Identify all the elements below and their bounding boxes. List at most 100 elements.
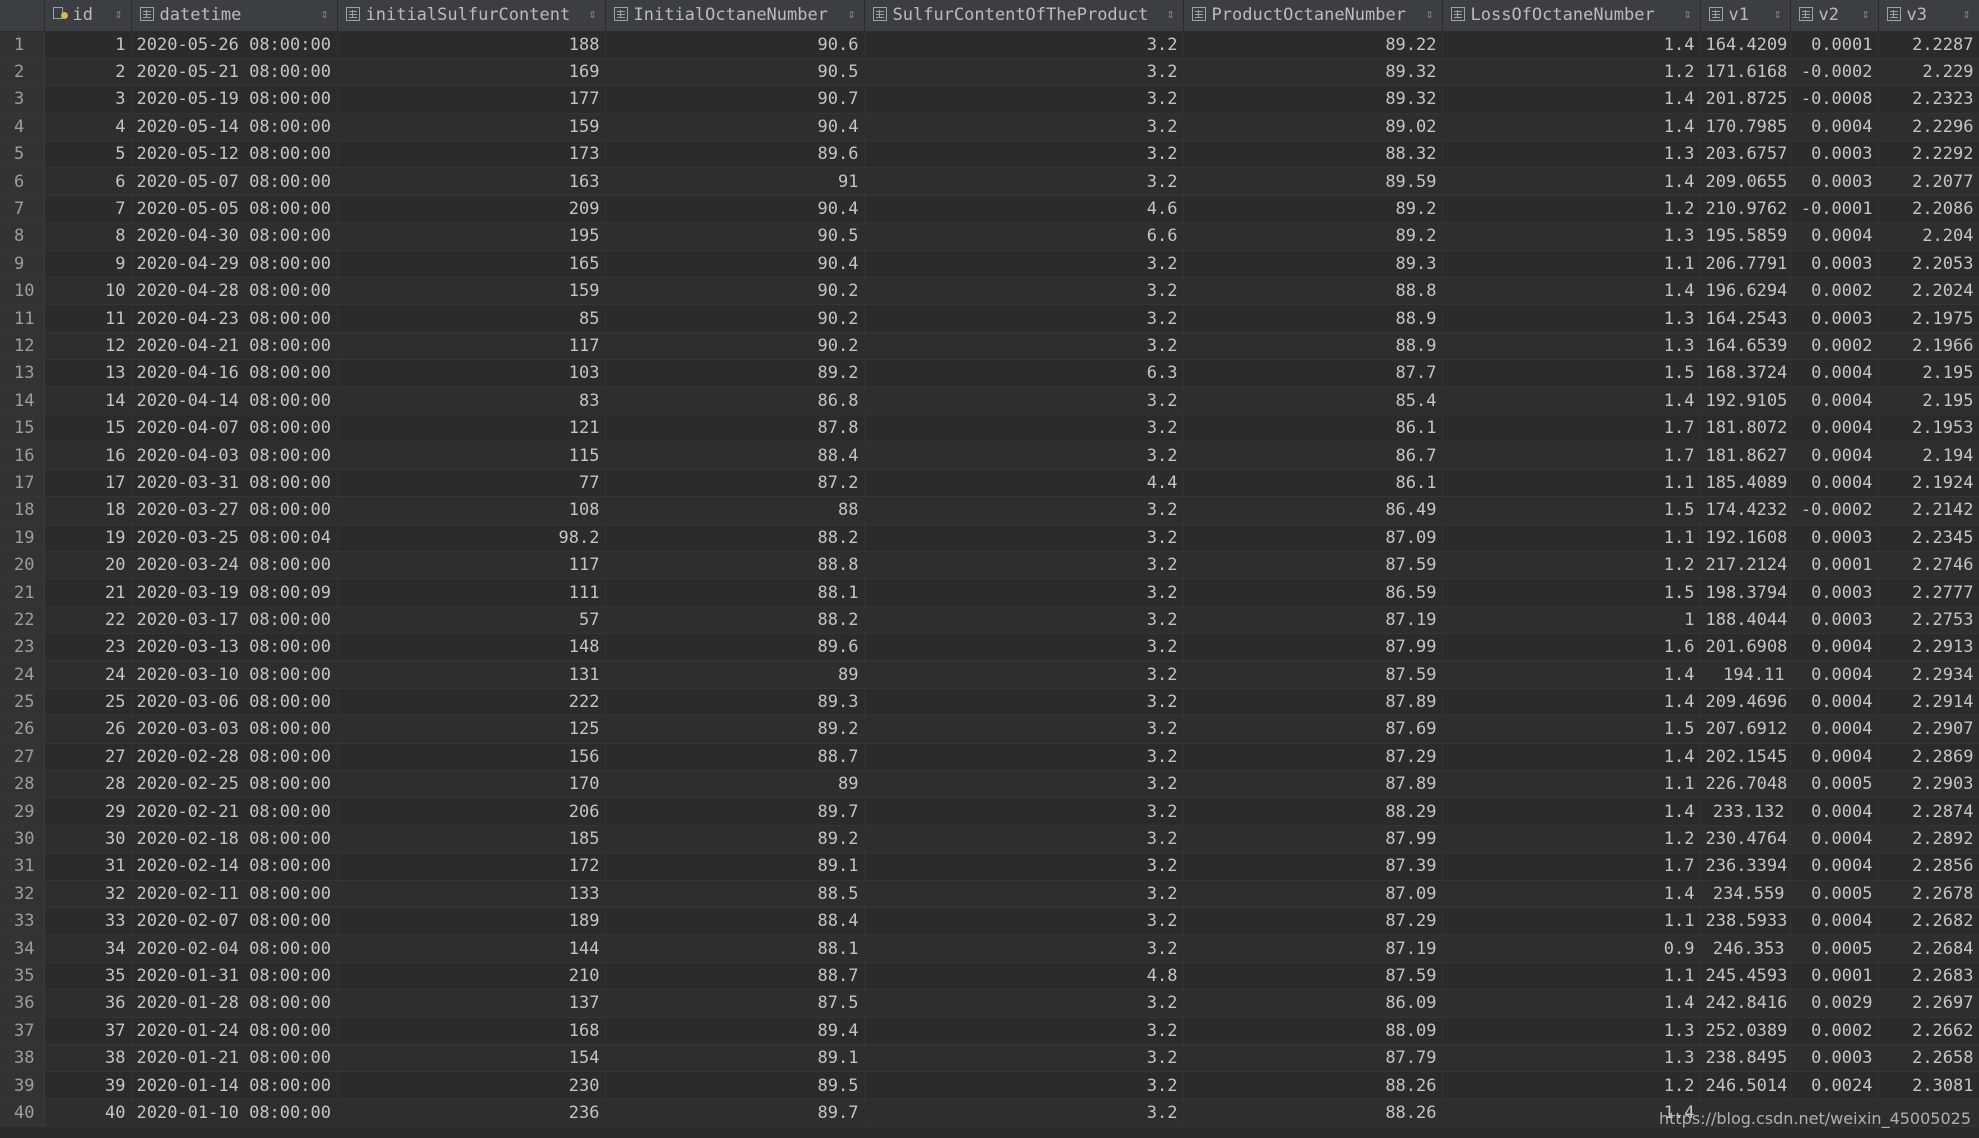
cell-InitialOctaneNumber[interactable]: 89.7 <box>605 797 865 826</box>
cell-initialSulfurContent[interactable]: 188 <box>337 31 606 59</box>
table-row[interactable]: 39 39 2020-01-14 08:00:00 230 89.5 3.2 88.26 1.… <box>0 1071 1979 1100</box>
table-row[interactable]: 10 10 2020-04-28 08:00:00 159 90.2 3.2 88.8 1.4… <box>0 277 1979 306</box>
cell-ProductOctaneNumber[interactable]: 88.29 <box>1183 797 1443 826</box>
cell-LossOfOctaneNumber[interactable]: 1.3 <box>1442 140 1701 169</box>
cell-id[interactable]: 9 <box>44 250 132 279</box>
cell-v1[interactable]: 210.9762 <box>1700 195 1791 224</box>
cell-id[interactable]: 27 <box>44 743 132 772</box>
column-header-ProductOctaneNumber[interactable]: ProductOctaneNumber ⇕ <box>1183 0 1443 32</box>
table-row[interactable]: 32 32 2020-02-11 08:00:00 133 88.5 3.2 87.09 1.… <box>0 880 1979 909</box>
cell-ProductOctaneNumber[interactable]: 87.29 <box>1183 907 1443 936</box>
cell-InitialOctaneNumber[interactable]: 88.1 <box>605 578 865 607</box>
cell-v1[interactable]: 188.4044 <box>1700 606 1791 635</box>
cell-v3[interactable]: 2.2682 <box>1878 907 1979 936</box>
cell-SulfurContentOfTheProduct[interactable]: 3.2 <box>864 907 1184 936</box>
cell-v1[interactable]: 201.8725 <box>1700 85 1791 114</box>
cell-ProductOctaneNumber[interactable]: 88.8 <box>1183 277 1443 306</box>
cell-ProductOctaneNumber[interactable]: 87.59 <box>1183 962 1443 991</box>
cell-InitialOctaneNumber[interactable]: 88.5 <box>605 880 865 909</box>
cell-ProductOctaneNumber[interactable]: 86.59 <box>1183 578 1443 607</box>
cell-initialSulfurContent[interactable]: 133 <box>337 880 606 909</box>
cell-datetime[interactable]: 2020-05-14 08:00:00 <box>131 113 338 142</box>
cell-datetime[interactable]: 2020-01-14 08:00:00 <box>131 1071 338 1100</box>
cell-v3[interactable]: 2.195 <box>1878 359 1979 388</box>
cell-LossOfOctaneNumber[interactable]: 1.4 <box>1442 31 1701 59</box>
cell-InitialOctaneNumber[interactable]: 89.7 <box>605 1099 865 1128</box>
cell-id[interactable]: 7 <box>44 195 132 224</box>
cell-v3[interactable]: 2.2892 <box>1878 825 1979 854</box>
cell-v3[interactable]: 2.2024 <box>1878 277 1979 306</box>
cell-v2[interactable]: 0.0004 <box>1790 660 1879 689</box>
cell-LossOfOctaneNumber[interactable]: 1.3 <box>1442 222 1701 251</box>
cell-v1[interactable]: 233.132 <box>1700 797 1791 826</box>
sort-toggle-icon[interactable]: ⇕ <box>1774 7 1782 22</box>
cell-SulfurContentOfTheProduct[interactable]: 3.2 <box>864 332 1184 361</box>
cell-id[interactable]: 26 <box>44 715 132 744</box>
table-row[interactable]: 31 31 2020-02-14 08:00:00 172 89.1 3.2 87.39 1.… <box>0 852 1979 881</box>
cell-v3[interactable]: 2.2292 <box>1878 140 1979 169</box>
cell-initialSulfurContent[interactable]: 156 <box>337 743 606 772</box>
cell-v3[interactable]: 2.2913 <box>1878 633 1979 662</box>
cell-v1[interactable]: 174.4232 <box>1700 496 1791 525</box>
cell-datetime[interactable]: 2020-03-19 08:00:09 <box>131 578 338 607</box>
cell-v2[interactable]: -0.0008 <box>1790 85 1879 114</box>
cell-v2[interactable]: 0.0003 <box>1790 606 1879 635</box>
cell-v3[interactable]: 2.2746 <box>1878 551 1979 580</box>
cell-v1[interactable]: 171.6168 <box>1700 58 1791 87</box>
cell-id[interactable]: 10 <box>44 277 132 306</box>
table-row[interactable]: 1 1 2020-05-26 08:00:00 188 90.6 3.2 89.22 1.4 1… <box>0 31 1979 59</box>
column-header-id[interactable]: id ⇕ <box>44 0 132 32</box>
cell-SulfurContentOfTheProduct[interactable]: 3.2 <box>864 743 1184 772</box>
table-row[interactable]: 9 9 2020-04-29 08:00:00 165 90.4 3.2 89.3 1.1 20… <box>0 250 1979 279</box>
table-row[interactable]: 35 35 2020-01-31 08:00:00 210 88.7 4.8 87.59 1.… <box>0 962 1979 991</box>
column-header-v2[interactable]: v2 ⇕ <box>1790 0 1879 32</box>
cell-datetime[interactable]: 2020-04-03 08:00:00 <box>131 441 338 470</box>
cell-initialSulfurContent[interactable]: 131 <box>337 660 606 689</box>
cell-v1[interactable]: 181.8072 <box>1700 414 1791 443</box>
cell-datetime[interactable]: 2020-03-17 08:00:00 <box>131 606 338 635</box>
cell-datetime[interactable]: 2020-05-21 08:00:00 <box>131 58 338 87</box>
cell-initialSulfurContent[interactable]: 111 <box>337 578 606 607</box>
cell-SulfurContentOfTheProduct[interactable]: 3.2 <box>864 660 1184 689</box>
cell-v3[interactable]: 2.2914 <box>1878 688 1979 717</box>
cell-v1[interactable]: 209.4696 <box>1700 688 1791 717</box>
cell-v2[interactable]: 0.0001 <box>1790 962 1879 991</box>
cell-v3[interactable]: 2.1924 <box>1878 469 1979 498</box>
cell-v2[interactable]: 0.0004 <box>1790 469 1879 498</box>
cell-v3[interactable]: 2.2296 <box>1878 113 1979 142</box>
cell-v3[interactable]: 2.2907 <box>1878 715 1979 744</box>
sort-toggle-icon[interactable]: ⇕ <box>589 7 597 22</box>
cell-InitialOctaneNumber[interactable]: 89.3 <box>605 688 865 717</box>
cell-id[interactable]: 20 <box>44 551 132 580</box>
cell-v1[interactable]: 192.9105 <box>1700 387 1791 415</box>
cell-initialSulfurContent[interactable]: 173 <box>337 140 606 169</box>
cell-ProductOctaneNumber[interactable]: 87.7 <box>1183 359 1443 388</box>
table-row[interactable]: 25 25 2020-03-06 08:00:00 222 89.3 3.2 87.89 1.… <box>0 688 1979 717</box>
cell-SulfurContentOfTheProduct[interactable]: 3.2 <box>864 1017 1184 1045</box>
cell-v1[interactable]: 206.7791 <box>1700 250 1791 279</box>
cell-v3[interactable]: 2.2086 <box>1878 195 1979 224</box>
cell-datetime[interactable]: 2020-01-28 08:00:00 <box>131 989 338 1018</box>
cell-datetime[interactable]: 2020-05-07 08:00:00 <box>131 167 338 196</box>
cell-ProductOctaneNumber[interactable]: 87.59 <box>1183 660 1443 689</box>
table-row[interactable]: 33 33 2020-02-07 08:00:00 189 88.4 3.2 87.29 1.… <box>0 907 1979 936</box>
cell-SulfurContentOfTheProduct[interactable]: 3.2 <box>864 277 1184 306</box>
cell-v1[interactable]: 246.5014 <box>1700 1071 1791 1100</box>
cell-id[interactable]: 13 <box>44 359 132 388</box>
cell-SulfurContentOfTheProduct[interactable]: 3.2 <box>864 58 1184 87</box>
cell-v1[interactable]: 238.5933 <box>1700 907 1791 936</box>
sort-toggle-icon[interactable]: ⇕ <box>1684 7 1692 22</box>
cell-v3[interactable]: 2.2697 <box>1878 989 1979 1018</box>
cell-InitialOctaneNumber[interactable]: 90.4 <box>605 195 865 224</box>
cell-ProductOctaneNumber[interactable]: 88.9 <box>1183 332 1443 361</box>
cell-datetime[interactable]: 2020-05-19 08:00:00 <box>131 85 338 114</box>
cell-SulfurContentOfTheProduct[interactable]: 3.2 <box>864 551 1184 580</box>
cell-datetime[interactable]: 2020-02-04 08:00:00 <box>131 934 338 963</box>
cell-ProductOctaneNumber[interactable]: 86.7 <box>1183 441 1443 470</box>
cell-v1[interactable]: 201.6908 <box>1700 633 1791 662</box>
cell-id[interactable]: 32 <box>44 880 132 909</box>
table-row[interactable]: 16 16 2020-04-03 08:00:00 115 88.4 3.2 86.7 1.7… <box>0 441 1979 470</box>
cell-v3[interactable]: 2.2684 <box>1878 934 1979 963</box>
cell-LossOfOctaneNumber[interactable]: 1.1 <box>1442 469 1701 498</box>
cell-SulfurContentOfTheProduct[interactable]: 3.2 <box>864 250 1184 279</box>
